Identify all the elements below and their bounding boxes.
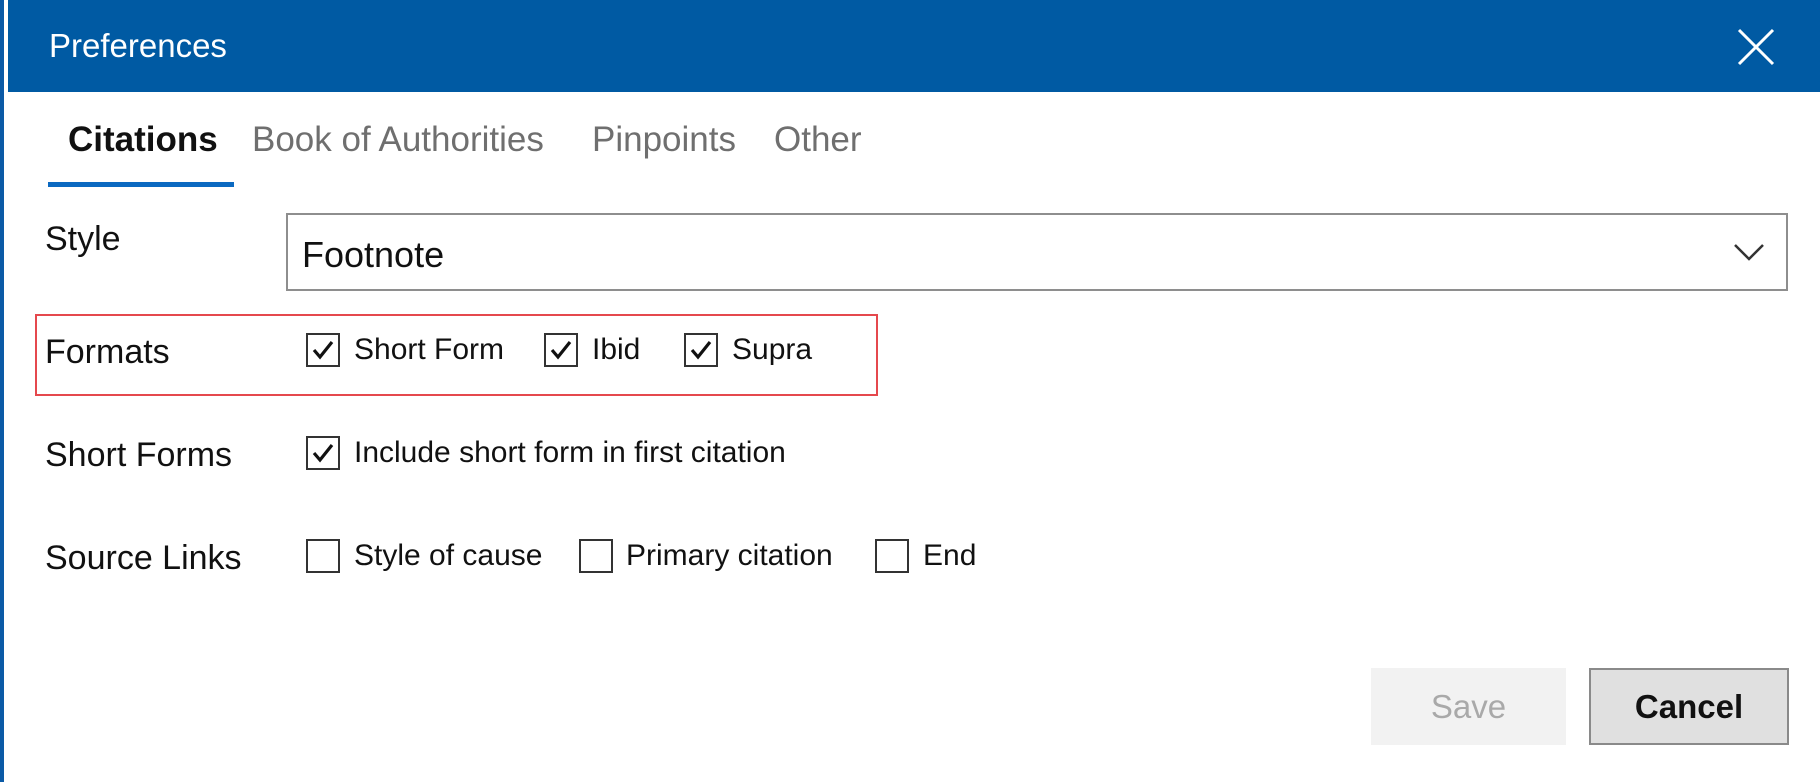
chevron-down-icon — [1732, 237, 1766, 267]
tab-pinpoints[interactable]: Pinpoints — [592, 120, 736, 160]
include-short-form-checkbox[interactable] — [306, 436, 340, 470]
checkmark-icon — [690, 341, 712, 360]
title-bar: Preferences — [8, 0, 1820, 92]
tab-book-of-authorities[interactable]: Book of Authorities — [252, 120, 544, 160]
checkmark-icon — [312, 444, 334, 463]
tab-citations[interactable]: Citations — [68, 120, 218, 160]
short-form-label[interactable]: Short Form — [354, 333, 504, 367]
active-tab-indicator — [48, 182, 234, 187]
dialog-title: Preferences — [49, 27, 227, 64]
end-label[interactable]: End — [923, 539, 976, 573]
style-of-cause-checkbox[interactable] — [306, 539, 340, 573]
include-short-form-label[interactable]: Include short form in first citation — [354, 436, 786, 470]
cancel-button[interactable]: Cancel — [1589, 668, 1789, 745]
style-of-cause-label[interactable]: Style of cause — [354, 539, 542, 573]
style-dropdown-value: Footnote — [302, 234, 445, 275]
source-links-label: Source Links — [45, 539, 242, 577]
style-dropdown[interactable]: Footnote — [286, 213, 1788, 291]
short-form-checkbox[interactable] — [306, 333, 340, 367]
formats-label: Formats — [45, 333, 170, 371]
ibid-label[interactable]: Ibid — [592, 333, 640, 367]
checkmark-icon — [312, 341, 334, 360]
close-icon[interactable] — [1735, 26, 1777, 68]
tab-other[interactable]: Other — [774, 120, 862, 160]
save-button[interactable]: Save — [1371, 668, 1566, 745]
supra-label[interactable]: Supra — [732, 333, 812, 367]
supra-checkbox[interactable] — [684, 333, 718, 367]
primary-citation-checkbox[interactable] — [579, 539, 613, 573]
short-forms-label: Short Forms — [45, 436, 233, 474]
preferences-dialog: Preferences Citations Book of Authoritie… — [0, 0, 1820, 782]
style-label: Style — [45, 220, 121, 258]
ibid-checkbox[interactable] — [544, 333, 578, 367]
checkmark-icon — [550, 341, 572, 360]
primary-citation-label[interactable]: Primary citation — [626, 539, 833, 573]
end-checkbox[interactable] — [875, 539, 909, 573]
